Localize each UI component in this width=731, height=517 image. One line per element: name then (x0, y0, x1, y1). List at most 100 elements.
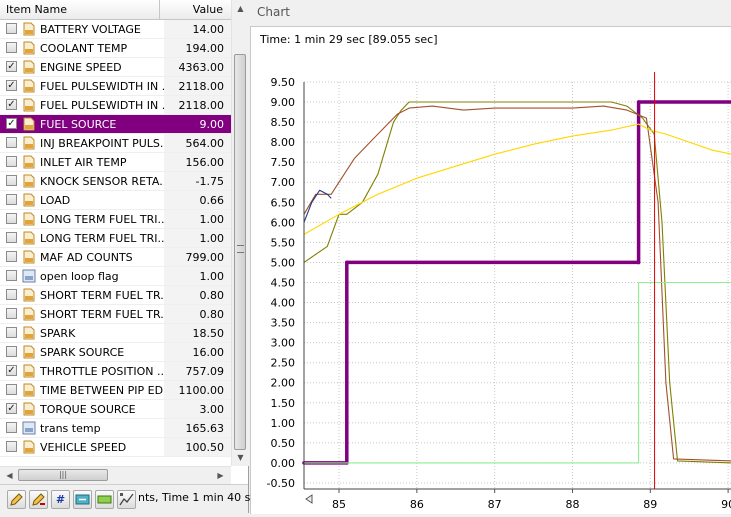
item-name: BATTERY VOLTAGE (40, 23, 141, 36)
scroll-left-icon[interactable]: ◀ (2, 468, 17, 483)
y-tick-label: 0.50 (271, 437, 296, 450)
list-item[interactable]: LONG TERM FUEL TRI... 1.00 (0, 229, 231, 248)
y-tick-label: 6.00 (271, 216, 296, 229)
item-checkbox[interactable] (6, 42, 17, 53)
item-checkbox[interactable] (6, 422, 17, 433)
list-item[interactable]: BATTERY VOLTAGE 14.00 (0, 20, 231, 39)
item-value: 0.66 (199, 194, 225, 207)
column-header-value[interactable]: Value (160, 0, 231, 19)
item-value: 156.00 (185, 156, 225, 169)
list-item[interactable]: KNOCK SENSOR RETA... -1.75 (0, 172, 231, 191)
hash-icon[interactable]: # (51, 490, 70, 509)
list-item[interactable]: SPARK 18.50 (0, 324, 231, 343)
item-checkbox[interactable] (6, 156, 17, 167)
item-checkbox[interactable] (6, 270, 17, 281)
item-name: SPARK (40, 327, 76, 340)
list-item[interactable]: INJ BREAKPOINT PULS... 564.00 (0, 134, 231, 153)
item-name: FUEL PULSEWIDTH IN ... (40, 80, 164, 93)
list-item[interactable]: ✓ FUEL PULSEWIDTH IN ... 2118.00 (0, 96, 231, 115)
item-value: 14.00 (192, 23, 225, 36)
scroll-up-icon[interactable]: ▲ (233, 1, 248, 16)
item-checkbox[interactable] (6, 346, 17, 357)
pid-item-icon (23, 155, 35, 169)
pencil-edit-icon[interactable] (29, 490, 48, 509)
list-item[interactable]: VEHICLE SPEED 100.50 (0, 438, 231, 457)
list-item[interactable]: TIME BETWEEN PIP ED... 1100.00 (0, 381, 231, 400)
item-checkbox[interactable]: ✓ (6, 80, 17, 91)
scroll-right-icon[interactable]: ▶ (213, 468, 228, 483)
list-item[interactable]: SHORT TERM FUEL TR... 0.80 (0, 286, 231, 305)
item-list-panel: Item Name Value BATTERY VOLTAGE 14.00 COOL… (0, 0, 263, 514)
pid-item-icon (23, 60, 35, 74)
y-tick-label: 7.50 (271, 156, 296, 169)
item-value: 0.80 (199, 289, 225, 302)
horizontal-scroll-thumb[interactable]: ||| (18, 469, 108, 481)
list-item[interactable]: LONG TERM FUEL TRI... 1.00 (0, 210, 231, 229)
y-tick-label: 5.50 (271, 236, 296, 249)
item-name: SHORT TERM FUEL TR... (40, 289, 164, 302)
vertical-scroll-thumb[interactable] (234, 54, 246, 450)
list-item[interactable]: LOAD 0.66 (0, 191, 231, 210)
item-name: THROTTLE POSITION ... (40, 365, 164, 378)
item-name: LONG TERM FUEL TRI... (40, 213, 164, 226)
item-checkbox[interactable] (6, 384, 17, 395)
fit-icon[interactable] (73, 490, 92, 509)
pid-item-icon (23, 307, 35, 321)
item-checkbox[interactable]: ✓ (6, 365, 17, 376)
scroll-down-icon[interactable]: ▼ (233, 450, 248, 465)
item-name: TIME BETWEEN PIP ED... (40, 384, 164, 397)
item-checkbox[interactable] (6, 441, 17, 452)
x-tick-label: 87 (488, 498, 502, 511)
list-item[interactable]: ✓ TORQUE SOURCE 3.00 (0, 400, 231, 419)
list-item[interactable]: SHORT TERM FUEL TR... 0.80 (0, 305, 231, 324)
item-checkbox[interactable]: ✓ (6, 99, 17, 110)
list-item[interactable]: MAF AD COUNTS 799.00 (0, 248, 231, 267)
list-item[interactable]: open loop flag 1.00 (0, 267, 231, 286)
item-checkbox[interactable] (6, 327, 17, 338)
column-header-item-name[interactable]: Item Name (0, 0, 160, 19)
line-chart[interactable]: -0.50 0.00 0.50 1.00 1.50 2.00 2.50 3.00 3.50 4.0… (251, 27, 731, 514)
list-item[interactable]: SPARK SOURCE 16.00 (0, 343, 231, 362)
list-item[interactable]: ✓ FUEL SOURCE 9.00 (0, 115, 231, 134)
plot-background (304, 82, 731, 489)
list-item[interactable]: INLET AIR TEMP 156.00 (0, 153, 231, 172)
pid-item-icon (23, 136, 35, 150)
pencil-icon[interactable] (7, 490, 26, 509)
item-checkbox[interactable] (6, 251, 17, 262)
vertical-scrollbar[interactable]: ▲ ▼ (231, 0, 249, 466)
scroll-left-arrow-icon[interactable] (305, 494, 313, 504)
list-item[interactable]: ✓ FUEL PULSEWIDTH IN ... 2118.00 (0, 77, 231, 96)
item-checkbox[interactable] (6, 308, 17, 319)
y-tick-label: 1.00 (271, 417, 296, 430)
item-checkbox[interactable] (6, 289, 17, 300)
item-value: 2118.00 (178, 80, 225, 93)
item-name: TORQUE SOURCE (40, 403, 136, 416)
item-name: KNOCK SENSOR RETA... (40, 175, 164, 188)
item-checkbox[interactable] (6, 175, 17, 186)
item-list-header: Item Name Value (0, 0, 231, 20)
item-checkbox[interactable] (6, 137, 17, 148)
horizontal-scrollbar[interactable]: ◀ ||| ▶ (0, 466, 231, 484)
item-checkbox[interactable] (6, 232, 17, 243)
item-checkbox[interactable]: ✓ (6, 403, 17, 414)
pid-item-icon (23, 345, 35, 359)
item-checkbox[interactable] (6, 23, 17, 34)
list-item[interactable]: trans temp 165.63 (0, 419, 231, 438)
data-point (636, 100, 641, 104)
item-value: 1.00 (199, 270, 225, 283)
item-checkbox[interactable]: ✓ (6, 61, 17, 72)
item-checkbox[interactable]: ✓ (6, 118, 17, 129)
item-checkbox[interactable] (6, 194, 17, 205)
list-item[interactable]: ✓ THROTTLE POSITION ... 757.09 (0, 362, 231, 381)
item-name: SHORT TERM FUEL TR... (40, 308, 164, 321)
measure-icon[interactable] (117, 490, 136, 509)
calculated-item-icon (22, 269, 36, 283)
calculated-item-icon (22, 421, 36, 435)
minimize-icon[interactable] (95, 490, 114, 509)
list-item[interactable]: COOLANT TEMP 194.00 (0, 39, 231, 58)
item-value: 165.63 (185, 422, 225, 435)
pid-item-icon (23, 212, 35, 226)
chart-area[interactable]: Time: 1 min 29 sec [89.055 sec] -0.50 0.0… (250, 26, 731, 514)
item-checkbox[interactable] (6, 213, 17, 224)
list-item[interactable]: ✓ ENGINE SPEED 4363.00 (0, 58, 231, 77)
